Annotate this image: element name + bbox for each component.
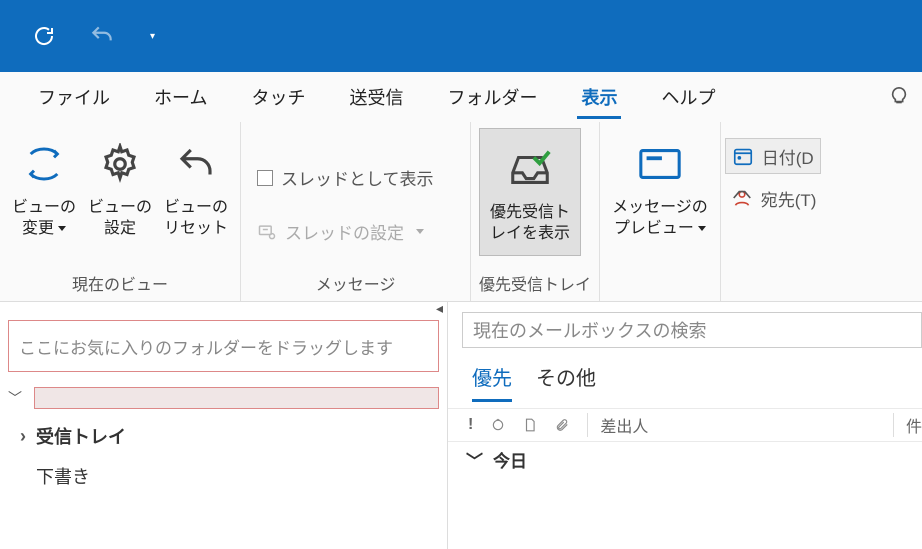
column-subject[interactable]: 件: [893, 413, 922, 437]
message-preview-icon: [637, 134, 683, 194]
folder-inbox[interactable]: › 受信トレイ: [0, 416, 447, 456]
show-focused-inbox-button[interactable]: 優先受信ト レイを表示: [479, 128, 581, 256]
arrange-date-label: 日付(D: [762, 144, 814, 169]
group-preview: メッセージの プレビュー: [600, 122, 721, 301]
reset-view-icon: [175, 134, 217, 194]
chevron-down-icon: ﹀: [8, 388, 22, 408]
folder-drafts-label: 下書き: [36, 463, 90, 489]
icon-column-icon[interactable]: [523, 417, 537, 433]
folder-pane: ◂ ここにお気に入りのフォルダーをドラッグします ﹀ › 受信トレイ 下書き: [0, 302, 448, 549]
tab-focused[interactable]: 優先: [472, 362, 512, 402]
inbox-check-icon: [507, 139, 553, 199]
tab-view[interactable]: 表示: [559, 72, 639, 122]
tab-help[interactable]: ヘルプ: [639, 72, 737, 122]
ribbon-tabs: ファイル ホーム タッチ 送受信 フォルダー 表示 ヘルプ: [0, 72, 922, 122]
group-focused-inbox: 優先受信ト レイを表示 優先受信トレイ: [471, 122, 600, 301]
arrange-by-to[interactable]: 宛先(T): [725, 180, 823, 216]
tab-send-receive[interactable]: 送受信: [327, 72, 425, 122]
conversation-settings: スレッドの設定: [249, 214, 432, 250]
message-preview-label: メッセージの プレビュー: [612, 198, 708, 240]
tell-me-icon[interactable]: [888, 86, 922, 108]
reminder-icon[interactable]: [491, 418, 505, 432]
group-preview-label: [608, 273, 712, 301]
view-settings-button[interactable]: ビューの 設定: [84, 128, 156, 246]
group-current-view-label: 現在のビュー: [8, 267, 232, 301]
conversation-settings-label: スレッドの設定: [285, 219, 404, 244]
title-bar: ▾: [0, 0, 922, 72]
tab-other[interactable]: その他: [536, 362, 596, 402]
group-focused-inbox-label: 優先受信トレイ: [479, 267, 591, 301]
search-input[interactable]: 現在のメールボックスの検索: [462, 312, 922, 348]
tab-file[interactable]: ファイル: [16, 72, 132, 122]
tab-home[interactable]: ホーム: [132, 72, 229, 122]
collapse-folder-pane-icon[interactable]: ◂: [436, 300, 443, 317]
show-as-conversations-label: スレッドとして表示: [281, 165, 434, 190]
chevron-right-icon: ›: [16, 426, 30, 447]
group-current-view: ビューの 変更 ビューの 設定 ビューの リセット: [0, 122, 241, 301]
tab-folder[interactable]: フォルダー: [425, 72, 559, 122]
date-group-today-label: 今日: [493, 447, 527, 472]
checkbox-icon: [257, 170, 273, 186]
arrange-by-date[interactable]: 日付(D: [725, 138, 821, 174]
account-name: [34, 387, 439, 409]
chevron-down-icon: ﹀: [466, 447, 483, 472]
favorites-drop-zone[interactable]: ここにお気に入りのフォルダーをドラッグします: [8, 320, 439, 372]
main-area: ◂ ここにお気に入りのフォルダーをドラッグします ﹀ › 受信トレイ 下書き 現…: [0, 302, 922, 549]
sync-icon[interactable]: [30, 22, 58, 50]
group-arrangement: 日付(D 宛先(T): [721, 122, 831, 301]
tab-touch[interactable]: タッチ: [229, 72, 327, 122]
change-view-button[interactable]: ビューの 変更: [8, 128, 80, 246]
gear-icon: [99, 134, 141, 194]
date-group-today[interactable]: ﹀ 今日: [448, 442, 922, 476]
message-preview-button[interactable]: メッセージの プレビュー: [608, 128, 712, 246]
group-messages-label: メッセージ: [249, 267, 462, 301]
attachment-icon[interactable]: [555, 417, 569, 433]
calendar-icon: [732, 145, 754, 167]
undo-icon[interactable]: [88, 22, 116, 50]
folder-drafts[interactable]: 下書き: [0, 456, 447, 496]
reset-view-button[interactable]: ビューの リセット: [160, 128, 232, 246]
show-as-conversations[interactable]: スレッドとして表示: [249, 160, 442, 196]
change-view-label: ビューの 変更: [12, 198, 76, 240]
importance-icon[interactable]: !: [468, 416, 473, 434]
search-placeholder: 現在のメールボックスの検索: [473, 317, 706, 343]
show-focused-inbox-label: 優先受信ト レイを表示: [490, 203, 570, 245]
ribbon: ビューの 変更 ビューの 設定 ビューの リセット: [0, 122, 922, 302]
reset-view-label: ビューの リセット: [164, 198, 228, 240]
conversation-settings-icon: [257, 222, 277, 242]
change-view-icon: [24, 134, 64, 194]
arrange-to-label: 宛先(T): [761, 186, 817, 211]
column-from[interactable]: 差出人: [587, 413, 875, 437]
view-settings-label: ビューの 設定: [88, 198, 152, 240]
focused-other-tabs: 優先 その他: [448, 348, 922, 402]
qat-customize-icon[interactable]: ▾: [150, 31, 155, 42]
favorites-placeholder: ここにお気に入りのフォルダーをドラッグします: [19, 334, 393, 359]
group-messages: スレッドとして表示 スレッドの設定 メッセージ: [241, 122, 471, 301]
message-list-pane: 現在のメールボックスの検索 優先 その他 ! 差出人 件 ﹀ 今日: [448, 302, 922, 549]
account-row[interactable]: ﹀: [0, 380, 447, 416]
person-icon: [731, 187, 753, 209]
folder-inbox-label: 受信トレイ: [36, 423, 126, 449]
message-list-header: ! 差出人 件: [448, 408, 922, 442]
